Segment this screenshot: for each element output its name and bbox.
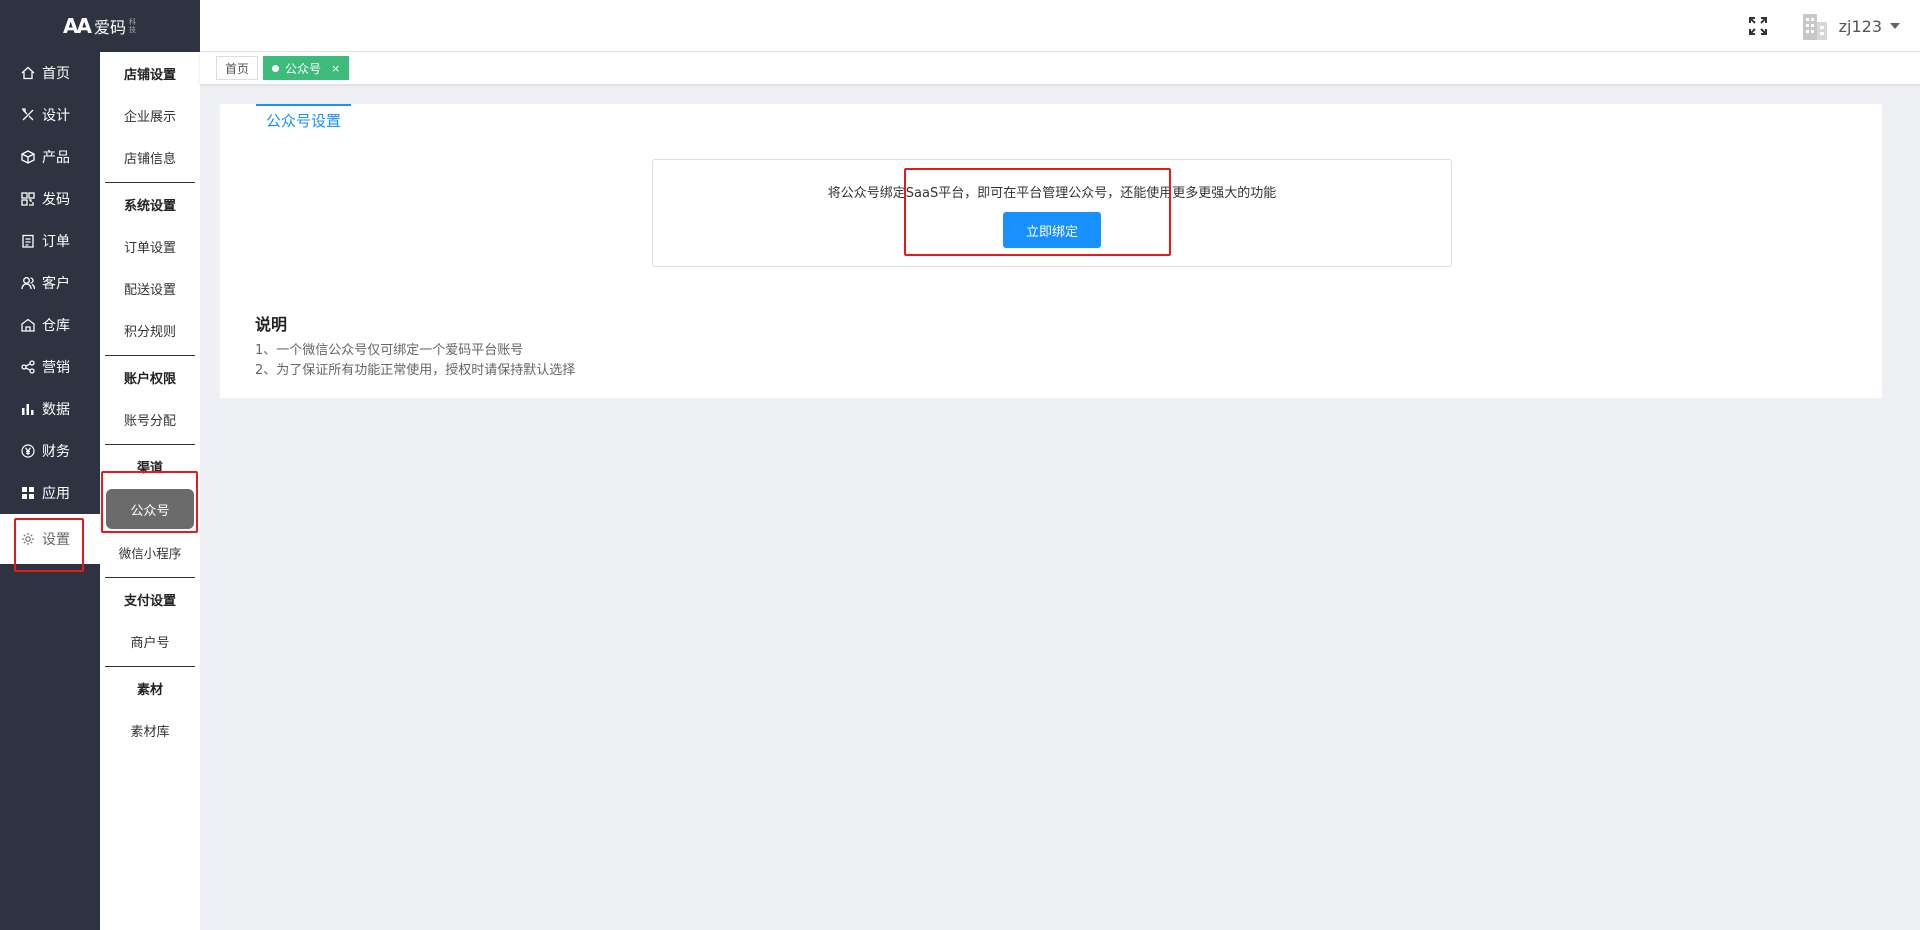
subnav-item-material-library[interactable]: 素材库 bbox=[100, 709, 200, 751]
subnav-item-store-info[interactable]: 店铺信息 bbox=[100, 136, 200, 178]
sidebar-item-label: 财务 bbox=[42, 444, 70, 460]
building-icon[interactable] bbox=[1799, 10, 1831, 42]
sidebar-item-product[interactable]: 产品 bbox=[0, 136, 100, 178]
sidebar-item-home[interactable]: 首页 bbox=[0, 52, 100, 94]
top-bar: AA 爱码 科技 zj123 bbox=[0, 0, 1920, 52]
sidebar-item-data[interactable]: 数据 bbox=[0, 388, 100, 430]
sidebar-item-label: 仓库 bbox=[42, 318, 70, 334]
design-icon bbox=[20, 107, 36, 123]
sidebar-item-apps[interactable]: 应用 bbox=[0, 472, 100, 514]
subnav-item-order-settings[interactable]: 订单设置 bbox=[100, 225, 200, 267]
sidebar-item-label: 客户 bbox=[42, 276, 70, 292]
sidebar-item-label: 首页 bbox=[42, 66, 70, 82]
logo-mark: AA bbox=[63, 14, 92, 38]
sidebar-item-marketing[interactable]: 营销 bbox=[0, 346, 100, 388]
sidebar-item-label: 设计 bbox=[42, 108, 70, 124]
logo-name: 爱码 bbox=[93, 18, 126, 37]
order-icon bbox=[20, 233, 36, 249]
annotation-box-official-account bbox=[101, 471, 198, 533]
sidebar-item-finance[interactable]: 财务 bbox=[0, 430, 100, 472]
subnav-item-account-allocation[interactable]: 账号分配 bbox=[100, 398, 200, 440]
tabs-bar: 首页 公众号 × bbox=[200, 52, 1920, 84]
subnav-item-delivery-settings[interactable]: 配送设置 bbox=[100, 267, 200, 309]
sidebar-item-customer[interactable]: 客户 bbox=[0, 262, 100, 304]
username[interactable]: zj123 bbox=[1839, 17, 1882, 36]
annotation-box-bind-button bbox=[904, 168, 1171, 256]
sidebar-item-label: 发码 bbox=[42, 192, 70, 208]
apps-icon bbox=[20, 485, 36, 501]
warehouse-icon bbox=[20, 317, 36, 333]
subnav-group-title: 账户权限 bbox=[123, 371, 176, 387]
sidebar-item-label: 订单 bbox=[42, 234, 70, 250]
tab-label: 公众号 bbox=[285, 61, 322, 76]
subnav-group-title: 系统设置 bbox=[123, 198, 176, 214]
logo-sub: 科技 bbox=[128, 18, 136, 34]
sidebar-item-label: 数据 bbox=[42, 402, 70, 418]
subnav-group-title: 素材 bbox=[136, 682, 163, 698]
sidebar-item-qrcode[interactable]: 发码 bbox=[0, 178, 100, 220]
yen-icon bbox=[20, 443, 36, 459]
sidebar-item-label: 营销 bbox=[42, 360, 70, 376]
subnav-group-title: 支付设置 bbox=[123, 593, 176, 609]
subnav-group-title: 店铺设置 bbox=[123, 67, 176, 83]
subnav-item-mini-program[interactable]: 微信小程序 bbox=[100, 531, 200, 573]
tab-home[interactable]: 首页 bbox=[216, 56, 259, 80]
header-actions: zj123 bbox=[1747, 0, 1900, 52]
subnav-item-points-rules[interactable]: 积分规则 bbox=[100, 309, 200, 351]
explain-line: 1、一个微信公众号仅可绑定一个爱码平台账号 bbox=[255, 343, 524, 358]
sidebar-item-order[interactable]: 订单 bbox=[0, 220, 100, 262]
box-icon bbox=[20, 149, 36, 165]
chart-icon bbox=[20, 401, 36, 417]
share-icon bbox=[20, 359, 36, 375]
qrcode-icon bbox=[20, 191, 36, 207]
subnav-item-company-display[interactable]: 企业展示 bbox=[100, 94, 200, 136]
explain-line: 2、为了保证所有功能正常使用，授权时请保持默认选择 bbox=[255, 363, 576, 378]
annotation-box-settings bbox=[14, 518, 84, 572]
fullscreen-icon[interactable] bbox=[1747, 15, 1769, 37]
tab-label: 首页 bbox=[225, 61, 250, 76]
customer-icon bbox=[20, 275, 36, 291]
explain-title: 说明 bbox=[255, 315, 288, 334]
close-icon[interactable]: × bbox=[331, 62, 340, 75]
primary-sidebar: 首页 设计 产品 发码 订单 客户 仓库 营销 数据 财务 应用 设置 bbox=[0, 52, 100, 930]
active-dot-icon bbox=[272, 64, 280, 72]
subnav-item-merchant-id[interactable]: 商户号 bbox=[100, 620, 200, 662]
tab-official-account-settings[interactable]: 公众号设置 bbox=[256, 104, 352, 134]
home-icon bbox=[20, 65, 36, 81]
tab-official-account[interactable]: 公众号 × bbox=[263, 56, 350, 80]
sidebar-item-design[interactable]: 设计 bbox=[0, 94, 100, 136]
sidebar-item-warehouse[interactable]: 仓库 bbox=[0, 304, 100, 346]
sidebar-item-label: 产品 bbox=[42, 150, 70, 166]
sidebar-item-label: 应用 bbox=[42, 486, 70, 502]
chevron-down-icon[interactable] bbox=[1890, 23, 1900, 29]
logo[interactable]: AA 爱码 科技 bbox=[0, 0, 200, 52]
